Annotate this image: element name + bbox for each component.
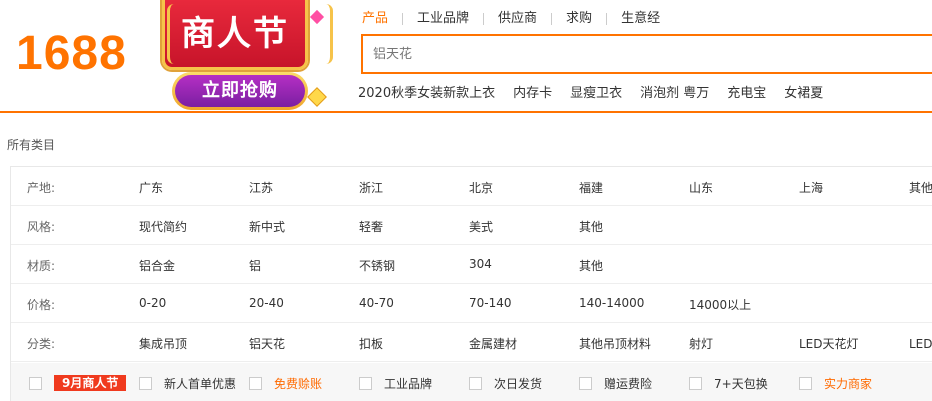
checkbox-label: 7+天包换	[714, 377, 768, 391]
filter-label-style: 风格:	[27, 220, 56, 234]
filter-row-price: 价格: 0-20 20-40 40-70 70-140 140-14000 14…	[11, 284, 932, 323]
filter-option[interactable]: 不锈钢	[359, 257, 395, 274]
filter-option[interactable]: 其他	[579, 218, 603, 235]
filter-option[interactable]: 浙江	[359, 179, 383, 196]
filter-option[interactable]: 轻奢	[359, 218, 383, 235]
hot-word-link[interactable]: 2020秋季女装新款上衣	[358, 82, 495, 101]
checkbox[interactable]	[579, 377, 592, 390]
tab-industrial-brands[interactable]: 工业品牌	[403, 11, 483, 27]
promo-card: 商人节	[162, 0, 333, 70]
all-categories-label[interactable]: 所有类目	[7, 136, 55, 153]
filter-option[interactable]: 其他	[909, 179, 932, 196]
promo-decoration-right	[319, 4, 333, 64]
site-header: 1688 商人节 立即抢购 产品 工业品牌 供应商 求购 生意经 2020秋季女…	[0, 0, 932, 113]
filter-option[interactable]: 铝天花	[249, 335, 285, 352]
filter-option[interactable]: 集成吊顶	[139, 335, 187, 352]
hot-word-link[interactable]: 女裙夏	[784, 82, 823, 101]
filter-option[interactable]: 扣板	[359, 335, 383, 352]
filter-option[interactable]: 北京	[469, 179, 493, 196]
search-tabs: 产品 工业品牌 供应商 求购 生意经	[362, 11, 674, 27]
checkbox[interactable]	[29, 376, 42, 390]
filter-panel: 产地: 广东 江苏 浙江 北京 福建 山东 上海 其他 风格: 现代简约 新中式…	[10, 166, 932, 401]
filter-option[interactable]: 广东	[139, 179, 163, 196]
gem-icon	[307, 87, 327, 107]
filter-option[interactable]: 美式	[469, 218, 493, 235]
checkbox-strong-merchant[interactable]: 实力商家	[799, 375, 872, 392]
filter-option[interactable]: 江苏	[249, 179, 273, 196]
checkbox[interactable]	[249, 377, 262, 390]
checkbox[interactable]	[689, 377, 702, 390]
checkbox[interactable]	[139, 377, 152, 390]
filter-option[interactable]: 70-140	[469, 296, 512, 310]
filter-option[interactable]: 140-14000	[579, 296, 644, 310]
tab-products[interactable]: 产品	[362, 11, 402, 27]
filter-option[interactable]: 0-20	[139, 296, 166, 310]
filter-row-category: 分类: 集成吊顶 铝天花 扣板 金属建材 其他吊顶材料 射灯 LED天花灯 LE…	[11, 323, 932, 362]
checkbox[interactable]	[799, 377, 812, 390]
filter-option[interactable]: LED天花灯	[799, 335, 859, 352]
checkbox-shipping-insurance[interactable]: 赠运费险	[579, 375, 652, 392]
hot-word-link[interactable]: 显瘦卫衣	[570, 82, 622, 101]
filter-option[interactable]: 福建	[579, 179, 603, 196]
checkbox-label: 实力商家	[824, 377, 873, 391]
hot-search-words: 2020秋季女装新款上衣 内存卡 显瘦卫衣 消泡剂 粤万 充电宝 女裙夏	[358, 82, 841, 101]
search-input[interactable]	[363, 36, 932, 72]
filter-option[interactable]: 现代简约	[139, 218, 187, 235]
promo-title: 商人节	[181, 14, 289, 54]
service-filter-row: 9月商人节 新人首单优惠 免费赊账 工业品牌 次日发货 赠运费险 7+天包换 实…	[11, 363, 932, 401]
hot-word-link[interactable]: 消泡剂 粤万	[640, 82, 709, 101]
filter-option[interactable]: LED天	[909, 335, 932, 352]
checkbox[interactable]	[469, 377, 482, 390]
checkbox[interactable]	[359, 377, 372, 390]
filter-option[interactable]: 其他吊顶材料	[579, 335, 651, 352]
filter-option[interactable]: 14000以上	[689, 296, 751, 313]
promo-banner[interactable]: 商人节 立即抢购	[150, 0, 333, 113]
checkbox-label: 免费赊账	[274, 377, 323, 391]
checkbox-7day-exchange[interactable]: 7+天包换	[689, 375, 768, 392]
filter-option[interactable]: 40-70	[359, 296, 394, 310]
filter-label-origin: 产地:	[27, 181, 56, 195]
filter-row-material: 材质: 铝合金 铝 不锈钢 304 其他	[11, 245, 932, 284]
filter-label-category: 分类:	[27, 337, 56, 351]
checkbox-label: 赠运费险	[604, 377, 653, 391]
checkbox-next-day-shipping[interactable]: 次日发货	[469, 375, 542, 392]
filter-label-material: 材质:	[27, 259, 56, 273]
merchant-festival-badge: 9月商人节	[54, 375, 127, 391]
hot-word-link[interactable]: 充电宝	[727, 82, 766, 101]
filter-option[interactable]: 上海	[799, 179, 823, 196]
filter-option[interactable]: 金属建材	[469, 335, 517, 352]
checkbox-label: 次日发货	[494, 377, 543, 391]
tab-business-tips[interactable]: 生意经	[607, 11, 674, 27]
checkbox-industrial-brand[interactable]: 工业品牌	[359, 375, 432, 392]
filter-option[interactable]: 304	[469, 257, 492, 271]
filter-option[interactable]: 其他	[579, 257, 603, 274]
filter-option[interactable]: 射灯	[689, 335, 713, 352]
checkbox-first-order-discount[interactable]: 新人首单优惠	[139, 375, 236, 392]
tab-buy-requests[interactable]: 求购	[552, 11, 606, 27]
filter-label-price: 价格:	[27, 298, 56, 312]
site-logo[interactable]: 1688	[16, 26, 127, 81]
filter-row-style: 风格: 现代简约 新中式 轻奢 美式 其他	[11, 206, 932, 245]
tab-suppliers[interactable]: 供应商	[484, 11, 551, 27]
checkbox-label: 新人首单优惠	[164, 377, 237, 391]
filter-option[interactable]: 20-40	[249, 296, 284, 310]
filter-option[interactable]: 新中式	[249, 218, 285, 235]
search-box	[361, 34, 932, 74]
filter-option[interactable]: 山东	[689, 179, 713, 196]
checkbox-label: 工业品牌	[384, 377, 433, 391]
checkbox-merchant-festival[interactable]: 9月商人节	[29, 375, 127, 391]
promo-buy-button[interactable]: 立即抢购	[172, 72, 308, 110]
filter-option[interactable]: 铝	[249, 257, 261, 274]
checkbox-free-credit[interactable]: 免费赊账	[249, 375, 322, 392]
filter-option[interactable]: 铝合金	[139, 257, 175, 274]
promo-buy-button-label: 立即抢购	[175, 75, 305, 107]
filter-row-origin: 产地: 广东 江苏 浙江 北京 福建 山东 上海 其他	[11, 167, 932, 206]
hot-word-link[interactable]: 内存卡	[513, 82, 552, 101]
